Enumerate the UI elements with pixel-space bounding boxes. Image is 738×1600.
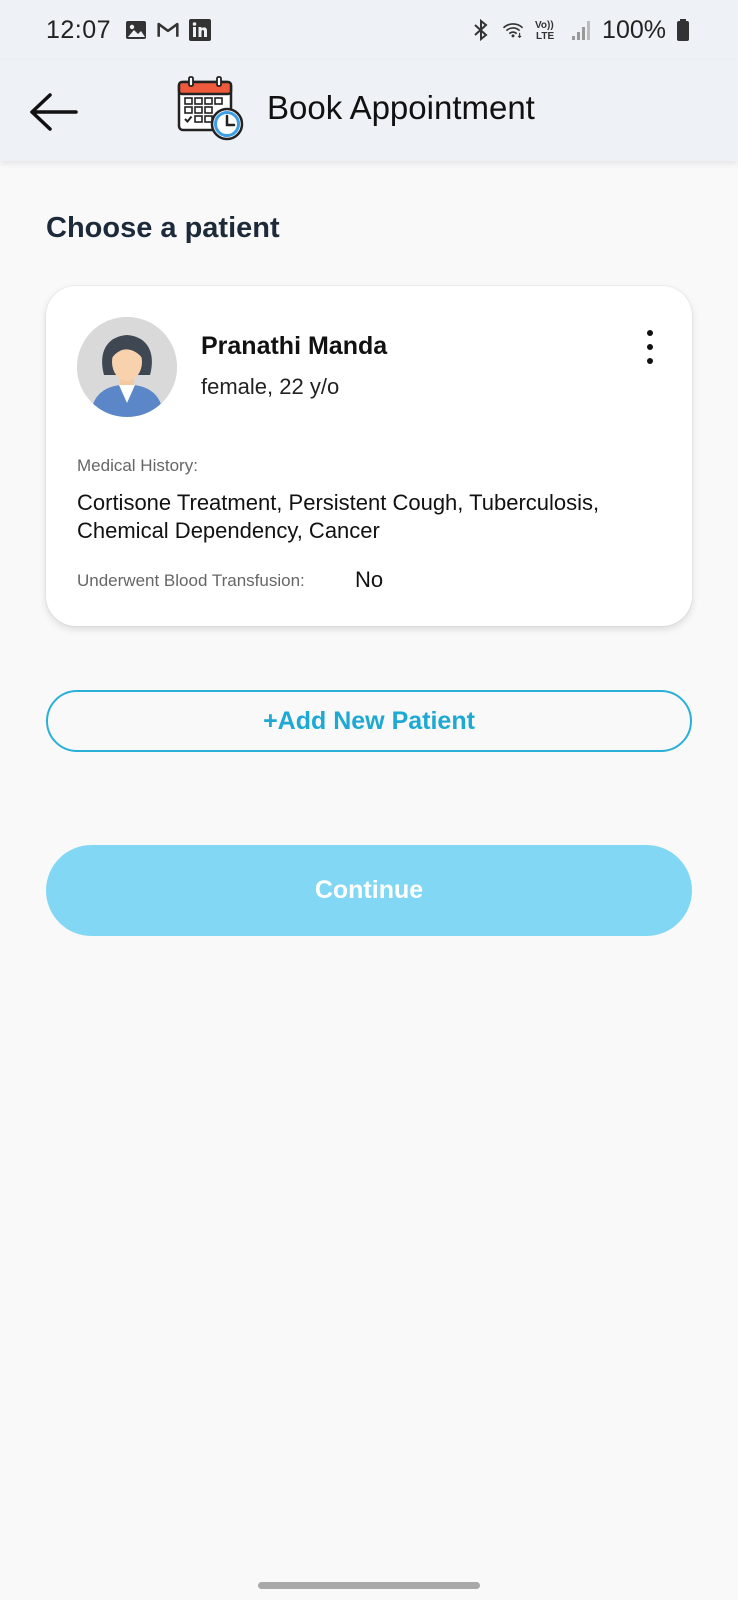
add-new-patient-button[interactable]: +Add New Patient xyxy=(46,690,692,752)
section-title: Choose a patient xyxy=(46,212,280,244)
menu-dot xyxy=(647,358,653,364)
continue-button[interactable]: Continue xyxy=(46,845,692,936)
svg-text:Vo)): Vo)) xyxy=(535,20,554,31)
battery-icon xyxy=(676,19,690,41)
volte-icon: Vo)) LTE xyxy=(534,19,560,42)
battery-percentage: 100% xyxy=(602,15,666,44)
patient-card[interactable]: Pranathi Manda female, 22 y/o Medical Hi… xyxy=(46,286,692,626)
medical-history-label: Medical History: xyxy=(77,456,198,475)
blood-transfusion-value: No xyxy=(355,567,384,592)
calendar-clock-icon xyxy=(176,74,246,144)
gallery-icon xyxy=(125,19,147,41)
page-title: Book Appointment xyxy=(267,89,535,126)
arrow-left-icon xyxy=(30,93,78,131)
gmail-icon xyxy=(157,19,179,41)
menu-dot xyxy=(647,344,653,350)
status-bar-right: Vo)) LTE 100% xyxy=(470,16,690,45)
menu-dot xyxy=(647,330,653,336)
wifi-icon xyxy=(502,19,524,41)
linkedin-icon xyxy=(189,19,212,41)
patient-gender-age: female, 22 y/o xyxy=(201,374,340,399)
medical-history-value: Cortisone Treatment, Persistent Cough, T… xyxy=(77,490,600,543)
patient-name: Pranathi Manda xyxy=(201,332,388,360)
status-time: 12:07 xyxy=(46,15,112,44)
bluetooth-icon xyxy=(470,18,492,42)
signal-icon xyxy=(570,19,592,41)
status-bar-left: 12:07 xyxy=(46,15,212,45)
home-indicator[interactable] xyxy=(258,1582,480,1589)
blood-transfusion-label: Underwent Blood Transfusion: xyxy=(77,571,305,590)
more-vertical-icon[interactable] xyxy=(638,330,662,364)
status-bar: 12:07 Vo)) LTE 100% xyxy=(0,0,738,60)
back-button[interactable] xyxy=(26,84,82,140)
female-avatar-icon xyxy=(77,317,177,417)
app-bar: Book Appointment xyxy=(0,60,738,161)
svg-text:LTE: LTE xyxy=(536,31,554,42)
